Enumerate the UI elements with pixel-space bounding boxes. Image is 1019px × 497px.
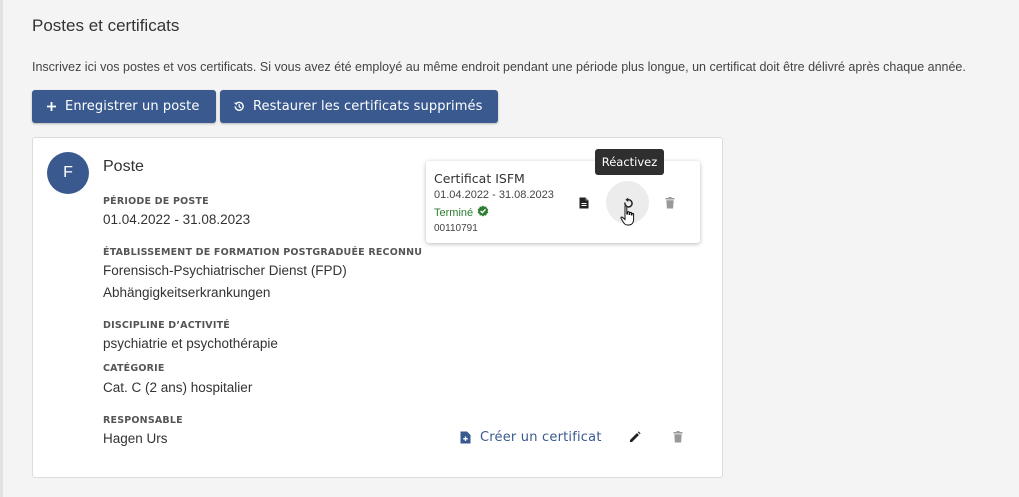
institution-line1: Forensisch-Psychiatrischer Dienst (FPD) [103,263,347,278]
left-border [0,0,3,497]
hand-cursor-icon [619,205,637,227]
category-label: CATÉGORIE [103,363,165,374]
certificate-dates: 01.04.2022 - 31.08.2023 [434,189,554,201]
certificate-status: Terminé [434,205,489,220]
responsible-value: Hagen Urs [103,431,168,446]
trash-icon [665,197,675,209]
poste-title: Poste [103,158,144,175]
category-value: Cat. C (2 ans) hospitalier [103,380,253,395]
create-certificate-button[interactable]: Créer un certificat [460,428,602,446]
restore-certificates-label: Restaurer les certificats supprimés [253,99,483,114]
avatar: F [47,152,89,194]
responsible-label: RESPONSABLE [103,415,183,426]
reactivate-tooltip: Réactivez [595,149,664,175]
period-label: PÉRIODE DE POSTE [103,196,209,207]
certificate-document-button[interactable] [576,195,592,211]
edit-poste-button[interactable] [627,428,643,446]
page-title: Postes et certificats [32,16,180,35]
add-poste-label: Enregistrer un poste [65,99,200,114]
institution-line2: Abhängigkeitserkrankungen [103,285,271,300]
add-poste-button[interactable]: Enregistrer un poste [32,90,216,123]
discipline-value: psychiatrie et psychothérapie [103,336,278,351]
institution-label: ÉTABLISSEMENT DE FORMATION POSTGRADUÉE R… [103,247,423,258]
certificate-number: 00110791 [434,223,478,234]
discipline-label: DISCIPLINE D’ACTIVITÉ [103,320,230,331]
intro-text: Inscrivez ici vos postes et vos certific… [32,60,966,74]
file-add-icon [460,431,471,443]
certificate-title: Certificat ISFM [434,171,525,186]
document-icon [579,197,589,209]
poste-card: F Poste PÉRIODE DE POSTE 01.04.2022 - 31… [32,137,723,478]
period-value: 01.04.2022 - 31.08.2023 [103,212,251,227]
plus-icon [45,101,57,113]
pencil-icon [630,431,641,442]
restore-certificates-button[interactable]: Restaurer les certificats supprimés [220,90,498,123]
delete-poste-button[interactable] [670,428,686,446]
certificate-status-label: Terminé [434,206,474,219]
verified-check-icon [477,205,489,220]
certificate-delete-button[interactable] [662,195,678,211]
create-certificate-label: Créer un certificat [480,429,602,445]
trash-icon [673,431,683,443]
history-icon [233,101,245,113]
